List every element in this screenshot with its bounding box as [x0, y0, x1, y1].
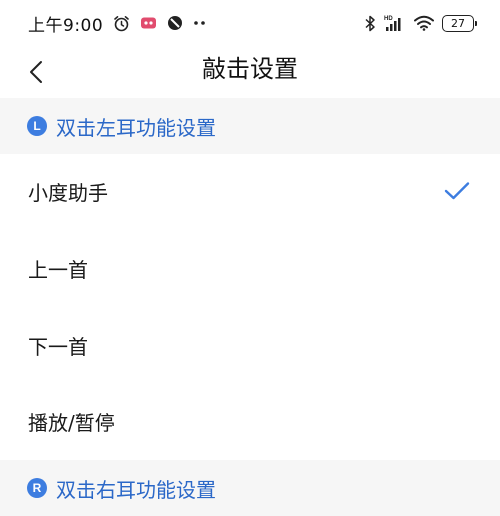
option-label: 下一首	[28, 334, 88, 359]
left-ear-section-header: L 双击左耳功能设置	[0, 98, 500, 154]
page-title: 敲击设置	[202, 55, 298, 83]
alarm-icon	[113, 15, 130, 32]
svg-text:HD: HD	[384, 16, 393, 22]
option-label: 上一首	[28, 257, 88, 282]
status-bar-right: HD 27	[365, 14, 477, 32]
left-ear-badge: L	[27, 116, 47, 136]
bluetooth-icon	[365, 15, 376, 32]
wifi-icon	[414, 15, 434, 31]
option-label: 小度助手	[28, 180, 108, 205]
right-ear-section-title: 双击右耳功能设置	[56, 477, 216, 502]
do-not-disturb-icon	[167, 15, 183, 31]
status-bar: 上午9:00 HD 27	[0, 0, 500, 46]
app-notification-icon	[140, 16, 157, 30]
nav-bar: 敲击设置	[0, 46, 500, 98]
option-next-track[interactable]: 下一首	[0, 307, 500, 383]
option-previous-track[interactable]: 上一首	[0, 230, 500, 306]
left-ear-section-title: 双击左耳功能设置	[56, 115, 216, 140]
checkmark-icon	[444, 181, 470, 201]
status-bar-left: 上午9:00	[28, 11, 207, 36]
option-xiaodu-assistant[interactable]: 小度助手	[0, 153, 500, 229]
option-label: 播放/暂停	[28, 410, 115, 435]
more-dots-icon	[193, 20, 207, 26]
battery-icon: 27	[442, 14, 477, 32]
right-ear-section-header: R 双击右耳功能设置	[0, 460, 500, 516]
option-play-pause[interactable]: 播放/暂停	[0, 383, 500, 459]
status-time: 上午9:00	[28, 15, 104, 36]
right-ear-badge: R	[27, 478, 47, 498]
hd-signal-icon: HD	[384, 14, 406, 32]
